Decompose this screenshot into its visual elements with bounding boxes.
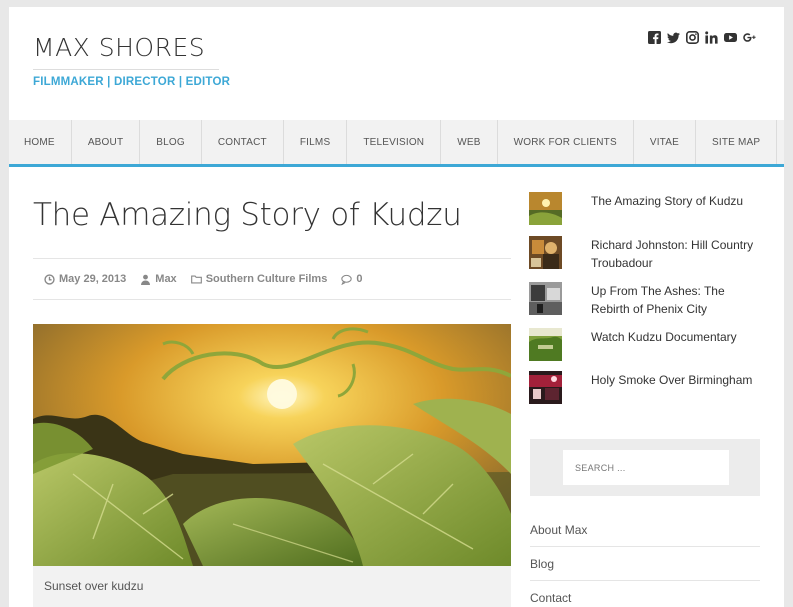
recent-post-title[interactable]: Watch Kudzu Documentary [591,329,764,361]
post-author[interactable]: Max [140,273,177,285]
google-plus-icon[interactable] [743,31,756,44]
recent-post-title[interactable]: Holy Smoke Over Birmingham [591,372,764,404]
page-container: MAX SHORES FILMMAKER | DIRECTOR | EDITOR… [9,7,784,607]
title-divider [33,69,219,70]
post-category-text: Southern Culture Films [205,273,328,285]
featured-image[interactable] [33,324,511,566]
user-icon [141,274,151,285]
recent-post-thumbnail[interactable] [529,236,562,269]
recent-post-title[interactable]: Up From The Ashes: The Rebirth of Phenix… [591,283,764,318]
recent-post-item[interactable]: Richard Johnston: Hill Country Troubadou… [529,236,764,272]
main-navigation: HOME ABOUT BLOG CONTACT FILMS TELEVISION… [9,120,784,167]
nav-item-contact[interactable]: CONTACT [202,120,284,164]
post-title[interactable]: The Amazing Story of Kudzu [33,197,462,233]
recent-post-item[interactable]: Watch Kudzu Documentary [529,328,764,361]
youtube-icon[interactable] [724,31,737,44]
recent-post-title[interactable]: The Amazing Story of Kudzu [591,193,764,225]
recent-post-item[interactable]: The Amazing Story of Kudzu [529,192,764,225]
recent-post-thumbnail[interactable] [529,282,562,315]
post-comments-count: 0 [356,273,363,285]
nav-item-about[interactable]: ABOUT [72,120,141,164]
nav-item-work-for-clients[interactable]: WORK FOR CLIENTS [498,120,634,164]
site-tagline: FILMMAKER | DIRECTOR | EDITOR [33,76,231,88]
recent-post-thumbnail[interactable] [529,328,562,361]
pages-widget: About Max Blog Contact [530,513,760,607]
twitter-icon[interactable] [667,31,680,44]
recent-post-item[interactable]: Holy Smoke Over Birmingham [529,371,764,404]
recent-post-thumbnail[interactable] [529,192,562,225]
post-category[interactable]: Southern Culture Films [190,273,328,285]
post-meta: May 29, 2013 Max Southern Culture Films … [33,258,511,300]
post-date[interactable]: May 29, 2013 [44,273,126,285]
nav-item-web[interactable]: WEB [441,120,498,164]
featured-image-caption: Sunset over kudzu [33,566,511,607]
nav-item-television[interactable]: TELEVISION [347,120,442,164]
post-comments[interactable]: 0 [341,273,362,285]
instagram-icon[interactable] [686,31,699,44]
post-date-text: May 29, 2013 [59,273,127,285]
search-widget [530,439,760,496]
clock-icon [44,273,55,285]
page-link-contact[interactable]: Contact [530,581,760,607]
nav-item-blog[interactable]: BLOG [140,120,202,164]
recent-post-item[interactable]: Up From The Ashes: The Rebirth of Phenix… [529,282,764,318]
nav-item-vitae[interactable]: VITAE [634,120,696,164]
recent-post-thumbnail[interactable] [529,371,562,404]
social-links [648,31,756,44]
page-link-about-max[interactable]: About Max [530,513,760,547]
page-link-blog[interactable]: Blog [530,547,760,581]
site-title[interactable]: MAX SHORES [33,33,205,62]
nav-item-films[interactable]: FILMS [284,120,348,164]
caption-text: Sunset over kudzu [44,579,144,593]
recent-post-title[interactable]: Richard Johnston: Hill Country Troubadou… [591,237,764,272]
post-author-text: Max [155,273,177,285]
search-input[interactable] [563,450,729,485]
linkedin-icon[interactable] [705,31,718,44]
nav-item-site-map[interactable]: SITE MAP [696,120,778,164]
comment-icon [341,274,353,285]
folder-icon [190,275,202,283]
nav-item-home[interactable]: HOME [9,120,72,164]
facebook-icon[interactable] [648,31,661,44]
